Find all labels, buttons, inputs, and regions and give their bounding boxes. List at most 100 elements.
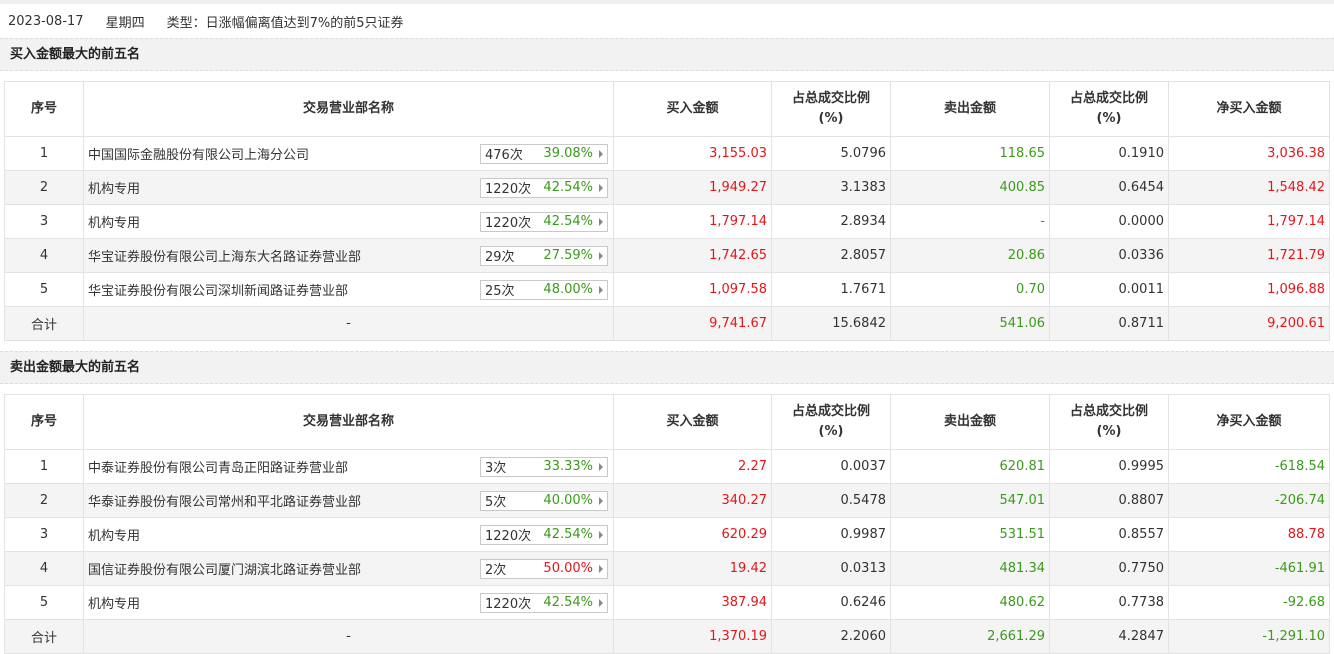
net-buy-amount: 3,036.38 xyxy=(1168,136,1330,171)
broker-stats-button[interactable]: 1220次 42.54% xyxy=(480,211,608,232)
col-buy-amount-header: 买入金额 xyxy=(613,81,772,137)
sell-ratio: 0.8807 xyxy=(1049,483,1169,518)
col-broker-name-header: 交易营业部名称 xyxy=(83,81,614,137)
sell-amount: 620.81 xyxy=(890,449,1050,484)
broker-stats-button[interactable]: 1220次 42.54% xyxy=(480,592,608,613)
broker-cell-content: 机构专用 1220次 42.54% xyxy=(88,211,612,232)
listing-count: 25次 xyxy=(485,284,515,299)
net-buy-amount: 1,797.14 xyxy=(1168,204,1330,239)
broker-stats-button[interactable]: 1220次 42.54% xyxy=(480,524,608,545)
table-row: 5 华宝证券股份有限公司深圳新闻路证券营业部 25次 48.00% 1,097.58 1.… xyxy=(4,272,1330,307)
broker-name-link[interactable]: 国信证券股份有限公司厦门湖滨北路证券营业部 xyxy=(88,559,361,578)
buy-amount: 1,097.58 xyxy=(613,272,772,307)
net-buy-amount: -206.74 xyxy=(1168,483,1330,518)
broker-name-link[interactable]: 机构专用 xyxy=(88,593,140,612)
list-type: 类型：日涨幅偏离值达到7%的前5只证券 xyxy=(166,15,404,31)
col-broker-name-header: 交易营业部名称 xyxy=(83,394,614,450)
total-sell-ratio: 4.2847 xyxy=(1049,619,1169,654)
total-net-buy: -1,291.10 xyxy=(1168,619,1330,654)
listing-count: 1220次 xyxy=(485,182,532,197)
broker-stats-button[interactable]: 1220次 42.54% xyxy=(480,177,608,198)
win-rate: 42.54% xyxy=(543,180,593,195)
buy-ratio: 0.0037 xyxy=(771,449,891,484)
caret-right-icon xyxy=(599,217,603,226)
broker-cell: 机构专用 1220次 42.54% xyxy=(83,585,614,620)
broker-name-link[interactable]: 中泰证券股份有限公司青岛正阳路证券营业部 xyxy=(88,457,348,476)
win-rate: 42.54% xyxy=(543,595,593,610)
broker-stats-button[interactable]: 25次 48.00% xyxy=(480,279,608,300)
total-buy-amount: 1,370.19 xyxy=(613,619,772,654)
row-index: 1 xyxy=(4,449,84,484)
row-index: 3 xyxy=(4,517,84,552)
broker-cell-content: 机构专用 1220次 42.54% xyxy=(88,177,612,198)
broker-name-link[interactable]: 华宝证券股份有限公司深圳新闻路证券营业部 xyxy=(88,280,348,299)
broker-stats-button[interactable]: 29次 27.59% xyxy=(480,245,608,266)
broker-cell-content: 机构专用 1220次 42.54% xyxy=(88,524,612,545)
buy-ratio: 0.5478 xyxy=(771,483,891,518)
broker-stats-button[interactable]: 5次 40.00% xyxy=(480,490,608,511)
broker-stats-button[interactable]: 3次 33.33% xyxy=(480,456,608,477)
buy-amount: 1,949.27 xyxy=(613,170,772,205)
col-net-buy-header: 净买入金额 xyxy=(1168,81,1330,137)
caret-right-icon xyxy=(599,149,603,158)
broker-name-link[interactable]: 机构专用 xyxy=(88,212,140,231)
buy-ratio: 0.6246 xyxy=(771,585,891,620)
listing-count: 1220次 xyxy=(485,216,532,231)
sell-amount: 118.65 xyxy=(890,136,1050,171)
win-rate: 27.59% xyxy=(543,248,593,263)
broker-name-link[interactable]: 机构专用 xyxy=(88,525,140,544)
broker-cell-content: 中泰证券股份有限公司青岛正阳路证券营业部 3次 33.33% xyxy=(88,456,612,477)
broker-cell: 中泰证券股份有限公司青岛正阳路证券营业部 3次 33.33% xyxy=(83,449,614,484)
col-sell-ratio-header: 占总成交比例 (%) xyxy=(1049,81,1169,137)
total-label: 合计 xyxy=(4,619,84,654)
row-index: 5 xyxy=(4,585,84,620)
sell-amount: 481.34 xyxy=(890,551,1050,586)
total-name: - xyxy=(83,619,614,654)
buy-amount: 3,155.03 xyxy=(613,136,772,171)
broker-name-link[interactable]: 华泰证券股份有限公司常州和平北路证券营业部 xyxy=(88,491,361,510)
table-row: 1 中泰证券股份有限公司青岛正阳路证券营业部 3次 33.33% 2.27 0.0037 6… xyxy=(4,449,1330,484)
net-buy-amount: 1,721.79 xyxy=(1168,238,1330,273)
listing-count: 3次 xyxy=(485,461,507,476)
table-header-row: 序号 交易营业部名称 买入金额 占总成交比例 (%) 卖出金额 占总成交比例 (%) 净买入金额 xyxy=(4,394,1330,450)
total-sell-amount: 541.06 xyxy=(890,306,1050,341)
broker-stats-button[interactable]: 2次 50.00% xyxy=(480,558,608,579)
buy-amount: 620.29 xyxy=(613,517,772,552)
listing-count: 5次 xyxy=(485,495,507,510)
caret-right-icon xyxy=(599,183,603,192)
sell-ratio: 0.9995 xyxy=(1049,449,1169,484)
buy-ratio: 0.0313 xyxy=(771,551,891,586)
buy-ratio: 0.9987 xyxy=(771,517,891,552)
buy-ratio: 1.7671 xyxy=(771,272,891,307)
buy-amount: 2.27 xyxy=(613,449,772,484)
sell-ratio: 0.7750 xyxy=(1049,551,1169,586)
total-label: 合计 xyxy=(4,306,84,341)
col-buy-amount-header: 买入金额 xyxy=(613,394,772,450)
sell-amount: 480.62 xyxy=(890,585,1050,620)
sell-amount: - xyxy=(890,204,1050,239)
net-buy-amount: 88.78 xyxy=(1168,517,1330,552)
total-net-buy: 9,200.61 xyxy=(1168,306,1330,341)
win-rate: 50.00% xyxy=(543,561,593,576)
broker-stats-button[interactable]: 476次 39.08% xyxy=(480,143,608,164)
sell-amount: 400.85 xyxy=(890,170,1050,205)
broker-name-link[interactable]: 机构专用 xyxy=(88,178,140,197)
table-row: 2 华泰证券股份有限公司常州和平北路证券营业部 5次 40.00% 340.27 0.54… xyxy=(4,483,1330,518)
broker-name-link[interactable]: 华宝证券股份有限公司上海东大名路证券营业部 xyxy=(88,246,361,265)
row-index: 2 xyxy=(4,483,84,518)
buy-ratio: 2.8057 xyxy=(771,238,891,273)
net-buy-amount: 1,548.42 xyxy=(1168,170,1330,205)
caret-right-icon xyxy=(599,564,603,573)
broker-cell: 机构专用 1220次 42.54% xyxy=(83,517,614,552)
total-sell-amount: 2,661.29 xyxy=(890,619,1050,654)
broker-cell-content: 华宝证券股份有限公司深圳新闻路证券营业部 25次 48.00% xyxy=(88,279,612,300)
col-index-header: 序号 xyxy=(4,394,84,450)
broker-name-link[interactable]: 中国国际金融股份有限公司上海分公司 xyxy=(88,144,309,163)
listing-count: 2次 xyxy=(485,563,507,578)
win-rate: 40.00% xyxy=(543,493,593,508)
caret-right-icon xyxy=(599,285,603,294)
caret-right-icon xyxy=(599,462,603,471)
total-name: - xyxy=(83,306,614,341)
net-buy-amount: -618.54 xyxy=(1168,449,1330,484)
broker-cell: 华泰证券股份有限公司常州和平北路证券营业部 5次 40.00% xyxy=(83,483,614,518)
